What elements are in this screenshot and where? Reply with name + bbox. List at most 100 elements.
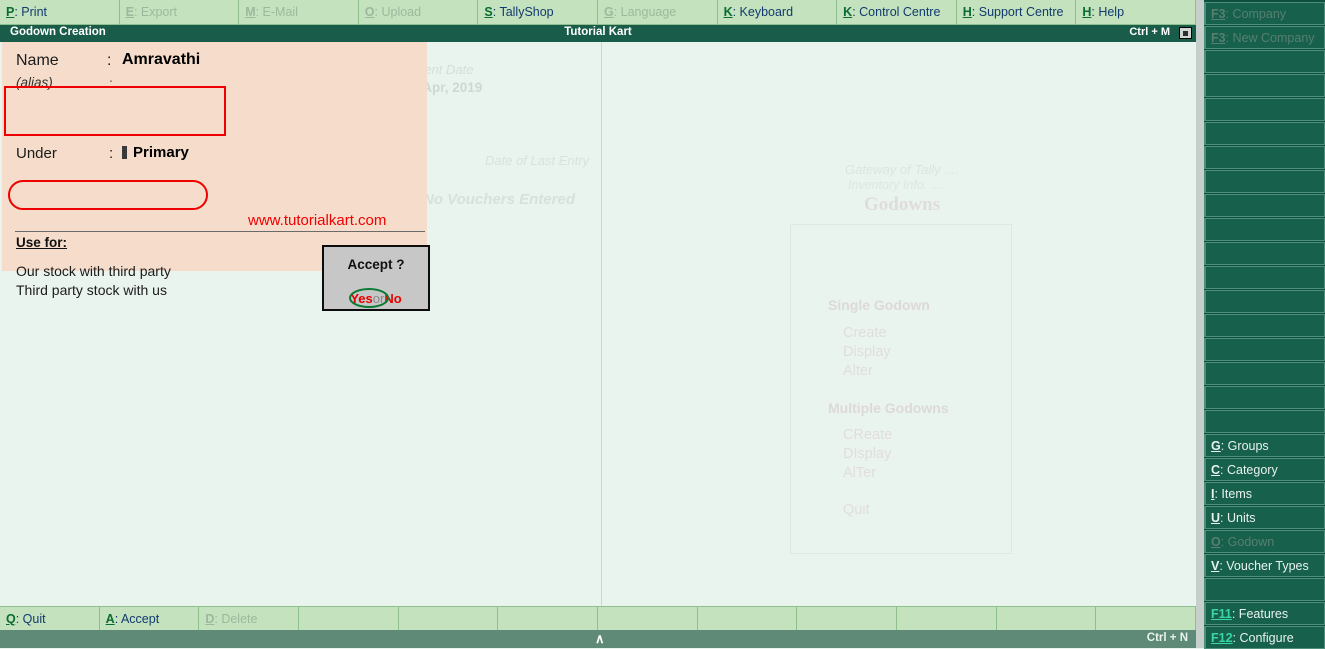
top-button-label: : Control Centre [852, 5, 941, 19]
bottom-button-key: A [105, 611, 115, 626]
bottom-button-key: D [205, 611, 215, 626]
top-button-label: : Upload [374, 5, 422, 19]
top-button-upload: O: Upload [358, 0, 479, 25]
sidebar-item-features[interactable]: F11: Features [1204, 602, 1325, 625]
sidebar-item-category[interactable]: C: Category [1204, 458, 1325, 481]
company-name: Tutorial Kart [564, 26, 632, 38]
sidebar-item-label: : Features [1231, 606, 1289, 621]
bottom-button-empty [897, 606, 997, 630]
use-for-item-2: Third party stock with us [16, 282, 167, 298]
sidebar-item-items[interactable]: I: Items [1204, 482, 1325, 505]
top-button-tallyshop[interactable]: S: TallyShop [478, 0, 598, 25]
sidebar-item-key: F3 [1211, 30, 1226, 45]
under-input[interactable]: Primary [133, 144, 189, 161]
bottom-button-empty [598, 606, 698, 630]
top-button-label: : TallyShop [492, 5, 554, 19]
bottom-button-empty [498, 606, 599, 630]
sidebar-item-label: : Groups [1220, 438, 1269, 453]
sidebar-gutter [1196, 0, 1204, 648]
sidebar-item-key: F11 [1211, 606, 1232, 621]
tally-application-window: P: Print E: Export M: E-Mail O: Upload S: Ta… [0, 0, 1325, 649]
name-input[interactable]: Amravathi [122, 51, 200, 69]
sidebar-item-label: : Units [1220, 510, 1256, 525]
top-button-key: O [364, 5, 375, 19]
vertical-divider [601, 42, 602, 606]
top-button-bar: P: Print E: Export M: E-Mail O: Upload S: Ta… [0, 0, 1196, 25]
gateway-breadcrumb-line1: Gateway of Tally .... [845, 162, 959, 177]
sidebar-item-empty [1204, 98, 1325, 121]
top-button-key: K [843, 5, 853, 19]
title-bar: Godown Creation Tutorial Kart Ctrl + M [0, 25, 1196, 42]
top-button-keyboard[interactable]: K: Keyboard [717, 0, 838, 25]
sidebar-item-key: F12 [1211, 630, 1233, 645]
bottom-button-empty [299, 606, 399, 630]
sidebar-item-voucher-types[interactable]: V: Voucher Types [1204, 554, 1325, 577]
bottom-button-quit[interactable]: Q: Quit [0, 606, 100, 630]
top-button-label: : Keyboard [732, 5, 794, 19]
sidebar-item-empty [1204, 386, 1325, 409]
sidebar-item-key: U [1211, 510, 1221, 525]
status-bar: ∧ Ctrl + N [0, 630, 1196, 648]
work-area: rent Date , 1 Apr, 2019 Date of Last Ent… [0, 42, 1196, 606]
top-button-label: : Language [613, 5, 677, 19]
sidebar-item-empty [1204, 362, 1325, 385]
sidebar-item-empty [1204, 290, 1325, 313]
bottom-button-empty [797, 606, 898, 630]
accept-question: Accept ? [347, 257, 405, 272]
current-date-label: rent Date [420, 62, 474, 77]
minimize-icon[interactable] [1179, 27, 1192, 39]
top-button-label: : Support Centre [971, 5, 1064, 19]
gateway-breadcrumb-line2: Inventory Info. .... [848, 178, 945, 192]
sidebar-item-configure[interactable]: F12: Configure [1204, 626, 1325, 649]
bottom-button-label: : Delete [214, 611, 258, 626]
top-button-key: H [1082, 5, 1092, 19]
bottom-button-empty [1096, 606, 1197, 630]
top-button-key: E [125, 5, 134, 19]
top-button-key: H [962, 5, 972, 19]
top-button-print[interactable]: P: Print [0, 0, 120, 25]
sidebar-item-empty [1204, 338, 1325, 361]
form-divider [15, 231, 425, 232]
under-field-label: Under [16, 145, 57, 162]
use-for-item-1: Our stock with third party [16, 263, 171, 279]
sidebar-item-units[interactable]: U: Units [1204, 506, 1325, 529]
top-button-key: G [603, 5, 614, 19]
bottom-button-accept[interactable]: A: Accept [99, 606, 200, 630]
sidebar-item-label: : Company [1225, 6, 1287, 21]
titlebar-shortcut: Ctrl + M [1129, 26, 1170, 38]
statusbar-shortcut: Ctrl + N [1146, 632, 1188, 644]
name-field-colon: : [107, 52, 112, 69]
top-button-support-centre[interactable]: H: Support Centre [956, 0, 1077, 25]
last-entry-label: Date of Last Entry [485, 153, 590, 168]
sidebar-item-empty [1204, 242, 1325, 265]
sidebar-item-empty [1204, 146, 1325, 169]
top-button-control-centre[interactable]: K: Control Centre [837, 0, 957, 25]
sidebar-item-empty [1204, 50, 1325, 73]
sidebar-item-groups[interactable]: G: Groups [1204, 434, 1325, 457]
sidebar-item-empty [1204, 122, 1325, 145]
top-button-key: P [6, 5, 15, 19]
bottom-button-empty [996, 606, 1097, 630]
godown-creation-form: Name : Amravathi (alias) : Under : Prima… [2, 42, 427, 298]
no-vouchers-text: No Vouchers Entered [423, 191, 575, 208]
top-button-label: : Help [1091, 5, 1125, 19]
top-button-language: G: Language [597, 0, 718, 25]
menu-heading: Godowns [864, 194, 941, 215]
sidebar-item-empty [1204, 410, 1325, 433]
sidebar-item-godown: O: Godown [1204, 530, 1325, 553]
bottom-button-label: : Quit [15, 611, 46, 626]
chevron-up-icon[interactable]: ∧ [595, 631, 605, 647]
bottom-button-empty [697, 606, 798, 630]
top-button-key: S [484, 5, 493, 19]
sidebar-item-label: : Items [1214, 486, 1252, 501]
bottom-button-delete: D: Delete [199, 606, 300, 630]
alias-field-colon: : [109, 75, 113, 91]
bottom-button-label: : Accept [114, 611, 160, 626]
top-button-help[interactable]: H: Help [1076, 0, 1196, 25]
sidebar-item-empty [1204, 170, 1325, 193]
bottom-button-key: Q [6, 611, 16, 626]
sidebar-item-key: F3 [1211, 6, 1226, 21]
sidebar-item-key: V [1211, 558, 1220, 573]
sidebar-item-label: : New Company [1225, 30, 1315, 45]
right-button-panel: F3: Company F3: New Company G: Groups C: Ca… [1204, 0, 1325, 649]
